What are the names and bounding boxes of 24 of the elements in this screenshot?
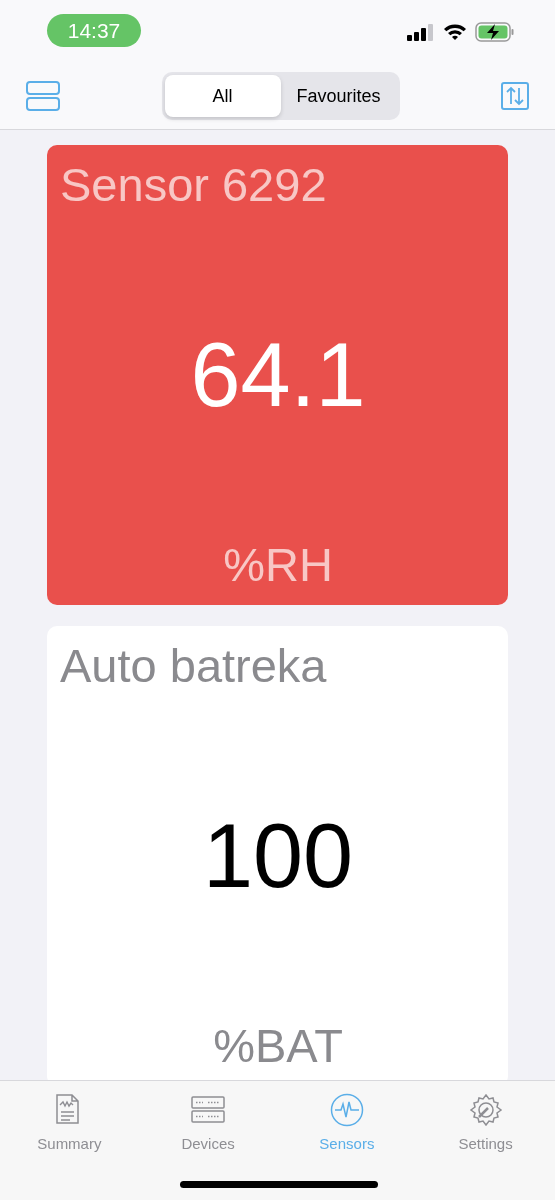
- stacked-rows-icon: [26, 81, 60, 111]
- sensor-unit: %BAT: [212, 1020, 344, 1072]
- signal-icon: [407, 23, 435, 41]
- status-time: 14:37: [47, 14, 141, 47]
- sort-icon: [501, 82, 529, 110]
- tab-bar-item[interactable]: Devices: [138, 1081, 278, 1157]
- layout-toggle-button[interactable]: [26, 81, 60, 111]
- segment-tab[interactable]: All: [164, 75, 281, 117]
- sensor-unit: %RH: [222, 539, 334, 591]
- tab-bar-item[interactable]: Summary: [0, 1081, 139, 1157]
- sensor-value: 100: [201, 811, 355, 901]
- waveform-icon: [329, 1093, 364, 1127]
- tab-bar-item[interactable]: Settings: [416, 1081, 555, 1157]
- sensor-card[interactable]: Auto batreka 100 %BAT: [47, 626, 508, 1080]
- sensor-name: Sensor 6292: [60, 159, 328, 211]
- battery-charging-icon: [475, 22, 515, 42]
- segment-tab[interactable]: Favourites: [280, 75, 397, 117]
- sensor-value: 64.1: [189, 330, 367, 420]
- sort-button[interactable]: [501, 82, 529, 110]
- sensor-name: Auto batreka: [60, 640, 328, 692]
- gear-wrench-icon: [468, 1093, 503, 1127]
- tab-bar-item[interactable]: Sensors: [277, 1081, 417, 1157]
- wifi-icon: [443, 23, 467, 41]
- sensor-card[interactable]: Sensor 6292 64.1 %RH: [47, 145, 508, 605]
